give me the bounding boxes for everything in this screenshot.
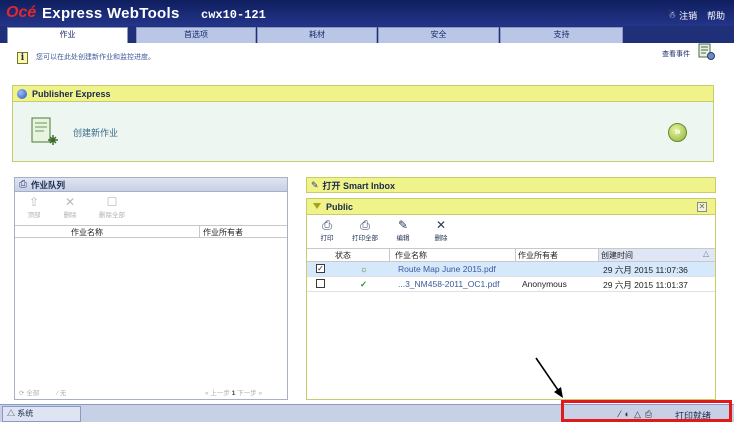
go-arrow-icon[interactable]: » (668, 123, 687, 142)
close-icon[interactable]: ✕ (697, 202, 707, 212)
column-job-owner[interactable]: 作业所有者 (203, 227, 243, 238)
delete-x-icon: ✕ (64, 195, 76, 209)
public-jobs-table: 状态 作业名称 作业所有者 创建时间 △ ✓ ☼ Route Map June … (307, 248, 715, 292)
job-queue-footer: ⟳ 全部 ⁄ 无 « 上一步 1 下一步 » (15, 383, 287, 399)
public-title: Public (326, 202, 354, 212)
column-job-owner[interactable]: 作业所有者 (518, 250, 558, 261)
printer-icon: ⎙ (19, 179, 27, 190)
edit-button[interactable]: ✎ 编辑 (391, 218, 415, 242)
column-created-time[interactable]: 创建时间 (601, 250, 633, 261)
publisher-express-panel: Publisher Express 创建新作业 » (12, 85, 714, 162)
pencil-icon: ✎ (397, 218, 409, 232)
brand-oce-logo: Océ (6, 4, 37, 21)
job-queue-title: 作业队列 (31, 179, 66, 190)
delete-x-icon: ✕ (435, 218, 447, 232)
view-events-link[interactable]: 查看事件 (662, 49, 690, 59)
sort-ascending-icon[interactable]: △ (703, 249, 709, 258)
tab-jobs[interactable]: 作业 (7, 27, 128, 43)
print-all-icon: ⎙ (360, 218, 370, 232)
annotation-arrow (535, 357, 563, 398)
created-time-cell: 29 六月 2015 11:01:37 (603, 280, 688, 290)
completed-check-icon: ✓ (360, 279, 368, 289)
tab-support[interactable]: 支持 (500, 27, 623, 43)
system-tab[interactable]: △ 系统 (2, 406, 81, 422)
job-queue-header: 作业名称 作业所有者 (15, 225, 287, 238)
print-all-button[interactable]: ⎙ 打印全部 (347, 218, 383, 242)
job-name-cell[interactable]: Route Map June 2015.pdf (398, 264, 496, 274)
column-job-name[interactable]: 作业名称 (71, 227, 103, 238)
row-checkbox[interactable] (316, 279, 325, 288)
events-icon[interactable] (698, 43, 715, 60)
app-header: Océ Express WebTools cwx10-121 ☃ 注销 帮助 (0, 0, 734, 26)
job-owner-cell: Anonymous (522, 279, 567, 289)
inbox-icon: ✎ (311, 179, 319, 190)
table-row[interactable]: ✓ ☼ Route Map June 2015.pdf 29 六月 2015 1… (307, 262, 715, 277)
column-status[interactable]: 状态 (335, 250, 351, 261)
delete-all-button[interactable]: ☐ 删除全部 (95, 195, 129, 219)
create-new-job-link[interactable]: 创建新作业 (73, 126, 118, 139)
info-icon: i (17, 52, 28, 64)
tab-supplies[interactable]: 耗材 (257, 27, 377, 43)
column-job-name[interactable]: 作业名称 (395, 250, 427, 261)
created-time-cell: 29 六月 2015 11:07:36 (603, 265, 688, 275)
public-toolbar: ⎙ 打印 ⎙ 打印全部 ✎ 编辑 ✕ 删除 (307, 215, 715, 247)
print-icon: ⎙ (322, 218, 332, 232)
select-all-link[interactable]: ⟳ 全部 (19, 387, 39, 397)
host-name: cwx10-121 (201, 8, 266, 22)
smart-inbox-title: 打开 Smart Inbox (322, 180, 396, 191)
publisher-express-title: Publisher Express (32, 88, 111, 99)
user-icon: ☃ (668, 10, 677, 20)
table-row[interactable]: ✓ ...3_NM458-2011_OC1.pdf Anonymous 29 六… (307, 277, 715, 292)
move-top-button[interactable]: ⇧ 顶部 (23, 195, 45, 219)
new-job-icon[interactable] (28, 115, 62, 147)
job-queue-panel: ⎙ 作业队列 ⇧ 顶部 ✕ 删除 ☐ 删除全部 作业名称 作业所有者 ⟳ 全部 … (14, 177, 288, 400)
help-link[interactable]: 帮助 (707, 9, 725, 22)
job-queue-toolbar: ⇧ 顶部 ✕ 删除 ☐ 删除全部 (15, 192, 287, 224)
next-page-link[interactable]: 下一步 » (237, 390, 262, 397)
row-checkbox[interactable]: ✓ (316, 264, 325, 273)
prev-page-link[interactable]: « 上一步 (205, 390, 230, 397)
print-button[interactable]: ⎙ 打印 (315, 218, 339, 242)
app-title: Express WebTools (42, 5, 180, 22)
job-name-cell[interactable]: ...3_NM458-2011_OC1.pdf (398, 279, 499, 289)
delete-all-icon: ☐ (106, 195, 118, 209)
page-number: 1 (231, 390, 236, 397)
delete-button[interactable]: ✕ 删除 (429, 218, 453, 242)
collapse-icon[interactable] (313, 203, 321, 209)
logout-link[interactable]: ☃ 注销 (668, 9, 697, 22)
main-tabs: 作业 首选项 耗材 安全 支持 (0, 26, 734, 43)
pager: « 上一步 1 下一步 » (205, 387, 262, 397)
public-inbox-panel: Public ✕ ⎙ 打印 ⎙ 打印全部 ✎ 编辑 ✕ 删除 状态 作业名称 作… (306, 198, 716, 400)
globe-icon (17, 88, 27, 99)
annotation-highlight-box (561, 400, 732, 422)
smart-inbox-bar[interactable]: ✎ 打开 Smart Inbox (306, 177, 716, 193)
table-header: 状态 作业名称 作业所有者 创建时间 △ (307, 248, 715, 262)
arrow-up-icon: ⇧ (28, 195, 40, 209)
tab-preferences[interactable]: 首选项 (136, 27, 256, 43)
processing-status-icon: ☼ (360, 264, 368, 274)
info-message: 您可以在此处创建新作业和监控进度。 (36, 54, 155, 61)
select-none-link[interactable]: ⁄ 无 (57, 387, 66, 397)
tab-security[interactable]: 安全 (378, 27, 499, 43)
delete-button[interactable]: ✕ 删除 (59, 195, 81, 219)
